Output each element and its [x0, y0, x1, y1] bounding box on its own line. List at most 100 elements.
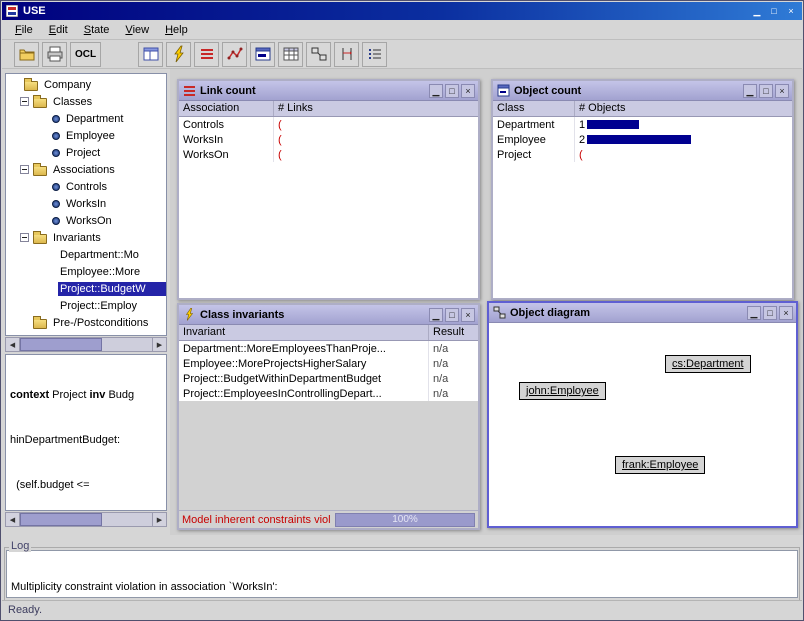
table-row[interactable]: WorksIn ( [179, 132, 478, 147]
table-row[interactable]: Controls ( [179, 117, 478, 132]
tree-collapse-toggle[interactable] [20, 165, 29, 174]
tree-item-project[interactable]: Project [6, 144, 166, 161]
class-icon [52, 149, 60, 157]
frame-iconify-button[interactable]: ▁ [743, 84, 757, 98]
tree-item-classes[interactable]: Classes [6, 93, 166, 110]
class-diagram-view-button[interactable] [138, 42, 163, 67]
ocl-evaluate-button[interactable]: OCL [70, 42, 101, 67]
frame-iconify-button[interactable]: ▁ [429, 308, 443, 322]
tree-item-company[interactable]: Company [6, 76, 166, 93]
object-diagram-titlebar[interactable]: Object diagram ▁ □ × [489, 303, 796, 323]
frame-close-button[interactable]: × [461, 84, 475, 98]
scrollbar-track[interactable] [20, 338, 152, 351]
table-row[interactable]: Project::BudgetWithinDepartmentBudget n/… [179, 371, 478, 386]
frame-maximize-button[interactable]: □ [759, 84, 773, 98]
scrollbar-track[interactable] [20, 513, 152, 526]
object-node-cs-department[interactable]: cs:Department [665, 355, 751, 373]
tree-label: Employee [64, 129, 117, 143]
tree-label: Pre-/Postconditions [51, 316, 150, 330]
tree-item-worksin[interactable]: WorksIn [6, 195, 166, 212]
tree-item-associations[interactable]: Associations [6, 161, 166, 178]
links-cell: ( [274, 132, 478, 147]
folder-icon [33, 98, 47, 108]
horizontal-splitter[interactable] [2, 535, 802, 540]
window-minimize-button[interactable]: ▁ [750, 5, 764, 18]
object-node-john-employee[interactable]: john:Employee [519, 382, 606, 400]
scrollbar-thumb[interactable] [20, 338, 102, 351]
frame-iconify-button[interactable]: ▁ [429, 84, 443, 98]
use-window: USE ▁ □ × File Edit State View Help OCL [0, 0, 804, 621]
frame-close-button[interactable]: × [779, 306, 793, 320]
class-invariant-view-button[interactable] [166, 42, 191, 67]
ocl-line-2: hinDepartmentBudget: [10, 433, 162, 448]
log-text-area[interactable]: Multiplicity constraint violation in ass… [6, 550, 798, 598]
tree-item-invariant-project-budget[interactable]: Project::BudgetW [6, 280, 166, 297]
scroll-right-button[interactable]: ▶ [152, 338, 166, 351]
folder-icon [24, 81, 38, 91]
frame-close-button[interactable]: × [461, 308, 475, 322]
tree-collapse-toggle[interactable] [20, 97, 29, 106]
association-icon [52, 217, 60, 225]
scroll-right-button[interactable]: ▶ [152, 513, 166, 526]
frame-maximize-button[interactable]: □ [445, 84, 459, 98]
window-titlebar[interactable]: USE ▁ □ × [2, 2, 802, 20]
tree-item-invariants[interactable]: Invariants [6, 229, 166, 246]
tree-item-workson[interactable]: WorksOn [6, 212, 166, 229]
sequence-diagram-view-button[interactable] [334, 42, 359, 67]
zero-count-mark: ( [278, 149, 282, 161]
class-invariants-titlebar[interactable]: Class invariants ▁ □ × [179, 305, 478, 325]
tree-collapse-toggle[interactable] [20, 233, 29, 242]
menu-file[interactable]: File [7, 22, 41, 38]
state-evolution-view-button[interactable] [222, 42, 247, 67]
menu-view[interactable]: View [117, 22, 157, 38]
tree-item-prepostconditions[interactable]: Pre-/Postconditions [6, 314, 166, 331]
menu-edit[interactable]: Edit [41, 22, 76, 38]
tree-item-invariant-project-employees[interactable]: Project::Employ [6, 297, 166, 314]
object-count-titlebar[interactable]: Object count ▁ □ × [493, 81, 792, 101]
ocl-line-1: context Project inv Budg [10, 388, 162, 403]
table-row[interactable]: Department::MoreEmployeesThanProje... n/… [179, 341, 478, 356]
table-row[interactable]: Employee 2 [493, 132, 792, 147]
table-row[interactable]: Project::EmployeesInControllingDepart...… [179, 386, 478, 401]
tree-item-invariant-employee[interactable]: Employee::More [6, 263, 166, 280]
window-close-button[interactable]: × [784, 5, 798, 18]
invariant-cell: Project::EmployeesInControllingDepart... [179, 386, 429, 401]
object-node-frank-employee[interactable]: frank:Employee [615, 456, 705, 474]
open-file-button[interactable] [14, 42, 39, 67]
class-extent-view-button[interactable] [278, 42, 303, 67]
invariants-table-header: Invariant Result [179, 325, 478, 341]
frame-maximize-button[interactable]: □ [763, 306, 777, 320]
print-button[interactable] [42, 42, 67, 67]
frame-title: Class invariants [200, 309, 284, 321]
scroll-left-button[interactable]: ◀ [6, 513, 20, 526]
table-row[interactable]: Department 1 [493, 117, 792, 132]
result-cell: n/a [429, 341, 478, 356]
frame-close-button[interactable]: × [775, 84, 789, 98]
table-row[interactable]: Employee::MoreProjectsHigherSalary n/a [179, 356, 478, 371]
scroll-left-button[interactable]: ◀ [6, 338, 20, 351]
detail-horizontal-scrollbar[interactable]: ◀ ▶ [5, 512, 167, 527]
scrollbar-thumb[interactable] [20, 513, 102, 526]
menu-state[interactable]: State [76, 22, 118, 38]
object-diagram-canvas[interactable]: cs:Department john:Employee frank:Employ… [489, 323, 796, 526]
table-row[interactable]: WorksOn ( [179, 147, 478, 162]
table-row[interactable]: Project ( [493, 147, 792, 162]
frame-maximize-button[interactable]: □ [445, 308, 459, 322]
menu-help[interactable]: Help [157, 22, 196, 38]
object-diagram-view-button[interactable] [306, 42, 331, 67]
tree-item-department[interactable]: Department [6, 110, 166, 127]
tree-item-controls[interactable]: Controls [6, 178, 166, 195]
association-cell: Controls [179, 117, 274, 132]
link-count-view-button[interactable] [194, 42, 219, 67]
class-cell: Employee [493, 132, 575, 147]
link-count-titlebar[interactable]: Link count ▁ □ × [179, 81, 478, 101]
window-maximize-button[interactable]: □ [767, 5, 781, 18]
command-list-view-button[interactable] [362, 42, 387, 67]
object-count-view-button[interactable] [250, 42, 275, 67]
frame-controls: ▁ □ × [429, 308, 475, 322]
tree-item-invariant-department[interactable]: Department::Mo [6, 246, 166, 263]
tree-horizontal-scrollbar[interactable]: ◀ ▶ [5, 337, 167, 352]
frame-iconify-button[interactable]: ▁ [747, 306, 761, 320]
link-count-table-header: Association # Links [179, 101, 478, 117]
tree-item-employee[interactable]: Employee [6, 127, 166, 144]
